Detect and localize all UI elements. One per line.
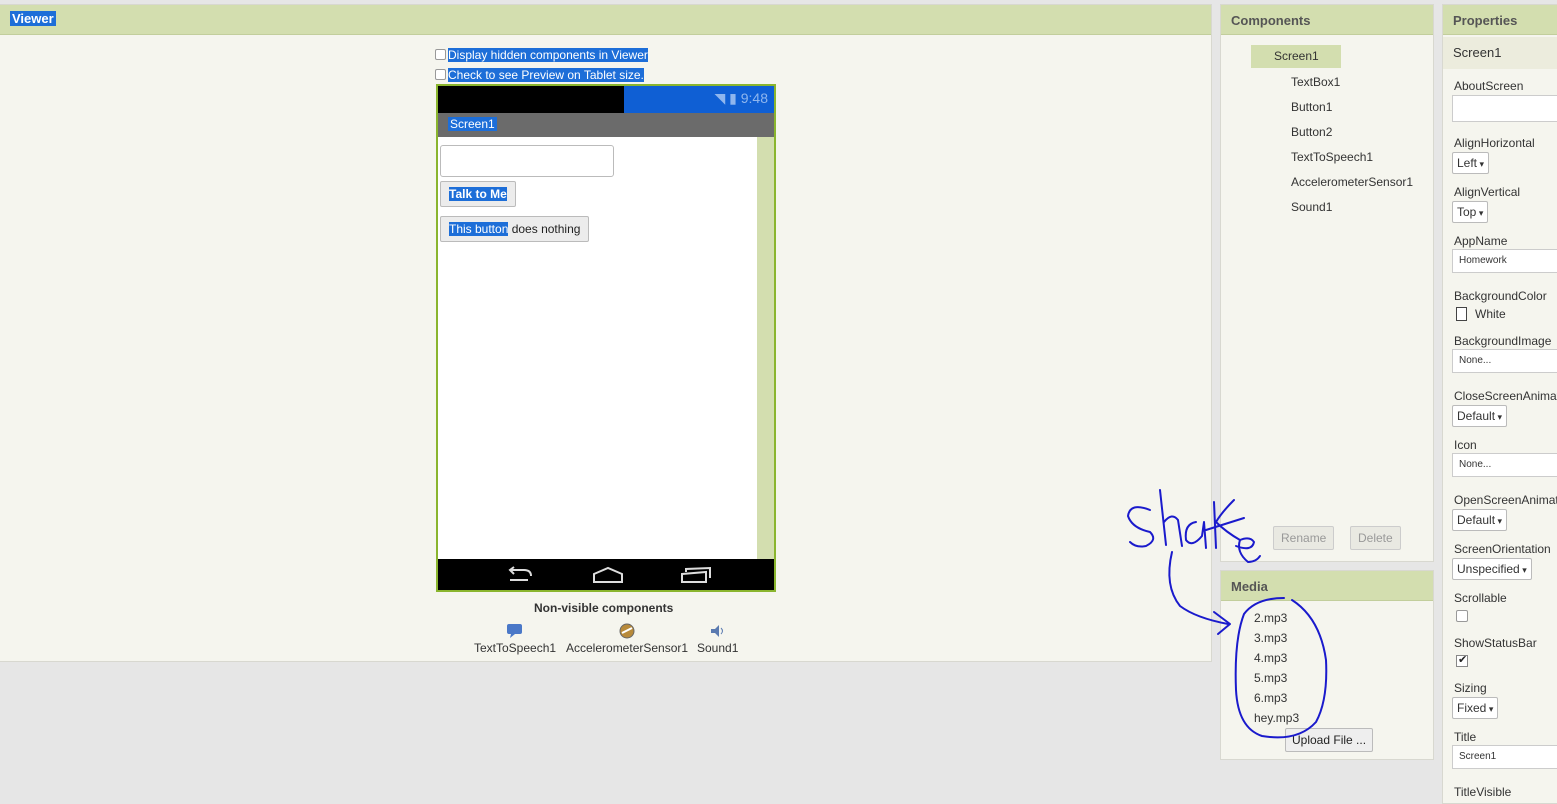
backgroundcolor-value[interactable]: White [1475,307,1506,321]
prop-label-title: Title [1454,730,1477,744]
button2-label-selected: This button [449,222,509,236]
openscreenanimation-dropdown[interactable]: Default [1452,509,1508,531]
title-input[interactable]: Screen1 [1452,745,1557,769]
recents-icon [681,566,711,583]
phone-preview[interactable]: ◥ ▮ 9:48 Screen1 Talk to Me This button … [436,84,776,592]
tree-item-accelerometersensor1[interactable]: AccelerometerSensor1 [1291,175,1413,189]
nonvisible-label: Sound1 [697,641,739,655]
battery-icon: ▮ [729,90,737,106]
upload-file-button[interactable]: Upload File ... [1285,728,1374,752]
display-hidden-row[interactable]: Display hidden components in Viewer [435,48,648,62]
back-icon [508,566,532,581]
tablet-preview-row[interactable]: Check to see Preview on Tablet size. [435,68,644,82]
prop-label-backgroundimage: BackgroundImage [1454,334,1552,348]
phone-nav-bar [438,559,774,590]
button1-label: Talk to Me [449,187,507,201]
rename-button[interactable]: Rename [1273,526,1335,550]
tree-item-button2[interactable]: Button2 [1291,125,1332,139]
viewer-panel: Viewer Display hidden components in View… [0,4,1212,662]
status-time: 9:48 [740,90,768,106]
prop-label-sizing: Sizing [1454,681,1487,695]
screenorientation-dropdown[interactable]: Unspecified [1452,558,1532,580]
display-hidden-label: Display hidden components in Viewer [448,48,648,62]
prop-label-appname: AppName [1454,234,1508,248]
nonvisible-title: Non-visible components [534,601,674,615]
delete-button[interactable]: Delete [1350,526,1401,550]
appname-input[interactable]: Homework [1452,249,1557,273]
button2-preview[interactable]: This button does nothing [440,216,590,242]
prop-label-screenorientation: ScreenOrientation [1454,542,1551,556]
closescreenanimation-dropdown[interactable]: Default [1452,405,1508,427]
nonvisible-label: TextToSpeech1 [474,641,557,655]
alignvertical-dropdown[interactable]: Top [1452,201,1489,223]
alignhorizontal-dropdown[interactable]: Left [1452,152,1490,174]
properties-panel: Properties Screen1 AboutScreen AlignHori… [1442,4,1557,804]
button2-label-rest: does nothing [508,222,581,236]
prop-label-alignhorizontal: AlignHorizontal [1454,136,1535,150]
sizing-dropdown[interactable]: Fixed [1452,697,1499,719]
tree-item-screen1[interactable]: Screen1 [1251,45,1341,68]
phone-screen-title: Screen1 [448,117,497,131]
media-file[interactable]: 5.mp3 [1254,671,1287,685]
nonvisible-accelerometer[interactable]: AccelerometerSensor1 [566,623,688,655]
status-bar-right: ◥ ▮ 9:48 [624,86,774,113]
icon-input[interactable]: None... [1452,453,1557,477]
scrollable-checkbox[interactable] [1456,610,1468,622]
display-hidden-checkbox[interactable] [435,49,446,60]
tablet-preview-label: Check to see Preview on Tablet size. [448,68,644,82]
speech-bubble-icon [507,624,523,638]
media-file[interactable]: 3.mp3 [1254,631,1287,645]
showstatusbar-checkbox[interactable] [1456,653,1468,667]
phone-status-bar: ◥ ▮ 9:48 [438,86,774,113]
tree-item-button1[interactable]: Button1 [1291,100,1332,114]
phone-title-bar: Screen1 [438,113,774,137]
nonvisible-sound[interactable]: Sound1 [697,623,738,655]
media-file[interactable]: 4.mp3 [1254,651,1287,665]
properties-selected-component: Screen1 [1443,37,1557,69]
viewer-header: Viewer [0,5,1211,35]
accelerometer-icon [619,623,635,639]
media-panel: Media 2.mp3 3.mp3 4.mp3 5.mp3 6.mp3 hey.… [1220,570,1434,760]
button1-preview[interactable]: Talk to Me [440,181,516,207]
home-icon [593,566,623,583]
components-header: Components [1221,5,1433,35]
nonvisible-label: AccelerometerSensor1 [566,641,689,655]
properties-header: Properties [1443,5,1557,35]
prop-label-backgroundcolor: BackgroundColor [1454,289,1547,303]
backgroundimage-input[interactable]: None... [1452,349,1557,373]
media-header: Media [1221,571,1433,601]
wifi-icon: ◥ [714,90,726,106]
speaker-icon [710,625,723,637]
prop-label-alignvertical: AlignVertical [1454,185,1521,199]
components-panel: Components Screen1 TextBox1 Button1 Butt… [1220,4,1434,562]
media-file[interactable]: hey.mp3 [1254,711,1299,725]
phone-scroll-strip [757,137,774,561]
tree-item-texttospeech1[interactable]: TextToSpeech1 [1291,150,1373,164]
media-file[interactable]: 2.mp3 [1254,611,1287,625]
viewer-title: Viewer [10,11,56,26]
prop-label-showstatusbar: ShowStatusBar [1454,636,1537,650]
nonvisible-texttospeech[interactable]: TextToSpeech1 [474,623,556,655]
backgroundcolor-swatch[interactable] [1456,307,1467,321]
tree-item-textbox1[interactable]: TextBox1 [1291,75,1340,89]
textbox1-preview[interactable] [440,145,614,177]
prop-label-openscreenanimation: OpenScreenAnimat [1454,493,1557,507]
prop-label-aboutscreen: AboutScreen [1454,79,1524,93]
prop-label-titlevisible: TitleVisible [1454,785,1512,799]
tablet-preview-checkbox[interactable] [435,69,446,80]
tree-item-sound1[interactable]: Sound1 [1291,200,1332,214]
prop-label-icon: Icon [1454,438,1477,452]
aboutscreen-input[interactable] [1452,95,1557,122]
media-file[interactable]: 6.mp3 [1254,691,1287,705]
prop-label-closescreenanimation: CloseScreenAnimat [1454,389,1557,403]
prop-label-scrollable: Scrollable [1454,591,1507,605]
